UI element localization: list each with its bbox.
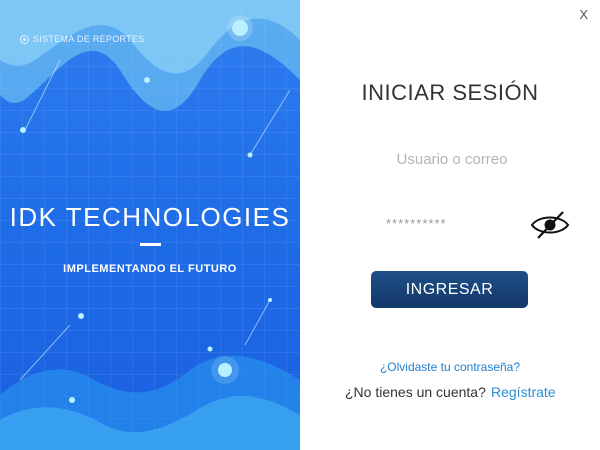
- login-button[interactable]: INGRESAR: [371, 271, 528, 308]
- brand-header: SISTEMA DE REPORTES: [20, 34, 145, 44]
- brand-name: SISTEMA DE REPORTES: [33, 34, 145, 44]
- brand-panel: SISTEMA DE REPORTES IDK TECHNOLOGIES IMP…: [0, 0, 300, 450]
- forgot-password-link[interactable]: ¿Olvidaste tu contraseña?: [300, 360, 600, 374]
- close-button[interactable]: X: [579, 7, 588, 22]
- password-input[interactable]: [384, 210, 518, 236]
- register-link[interactable]: Regístrate: [491, 384, 556, 400]
- tagline: IMPLEMENTANDO EL FUTURO: [63, 263, 237, 275]
- username-input[interactable]: [370, 145, 534, 173]
- no-account-text: ¿No tienes un cuenta?: [345, 384, 486, 400]
- login-title: INICIAR SESIÓN: [361, 80, 539, 105]
- eye-off-icon[interactable]: [530, 209, 570, 241]
- logo-icon: [20, 34, 29, 44]
- company-name: IDK TECHNOLOGIES: [9, 202, 291, 232]
- title-divider: [140, 243, 161, 246]
